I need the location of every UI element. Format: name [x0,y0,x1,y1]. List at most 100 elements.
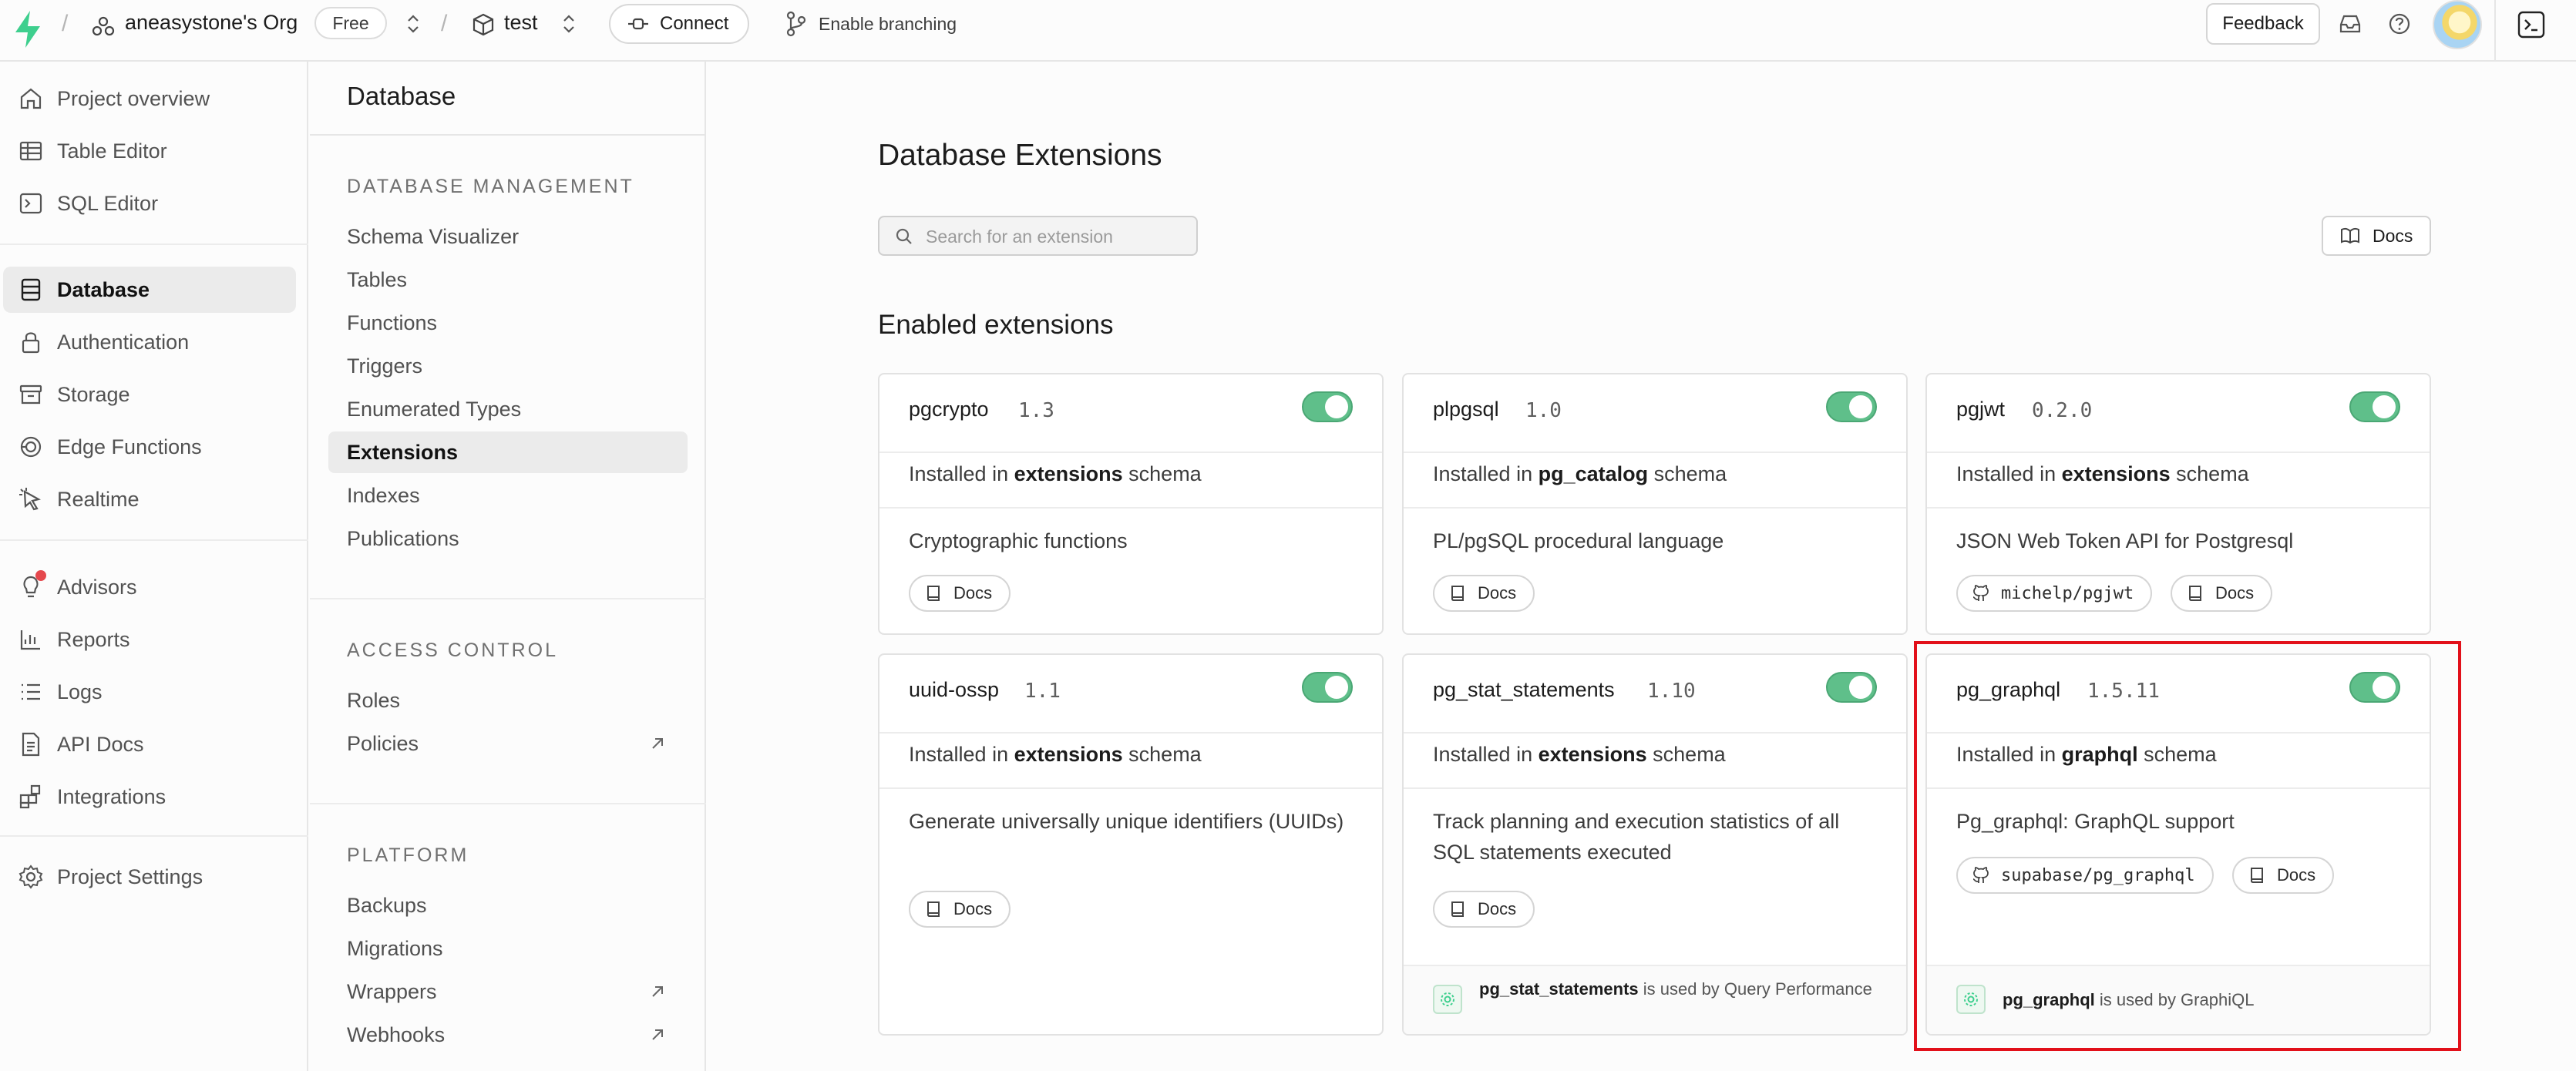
org-name[interactable]: aneasystone's Org [125,11,298,35]
nav-project-settings[interactable]: Project Settings [3,854,296,900]
nav-advisors[interactable]: Advisors [3,564,296,610]
extension-toggle[interactable] [2349,672,2400,703]
submenu-label: Functions [347,311,437,335]
docs-chip[interactable]: Docs [1433,891,1535,928]
nav-label: Advisors [57,576,137,599]
project-name[interactable]: test [504,11,538,35]
nav-divider [0,835,308,837]
nav-edge-functions[interactable]: Edge Functions [3,424,296,470]
submenu-item-backups[interactable]: Backups [328,885,688,926]
extension-name: pgjwt [1956,398,2005,421]
nav-realtime[interactable]: Realtime [3,476,296,522]
nav-label: Reports [57,628,130,652]
extension-card-uuid-ossp: uuid-ossp 1.1 Installed in extensions sc… [878,653,1384,1036]
extension-toggle[interactable] [1302,672,1353,703]
extension-version: 1.1 [1024,680,1061,703]
search-input[interactable] [926,223,1188,250]
extension-toggle[interactable] [2349,391,2400,422]
project-switcher-chevron-icon[interactable] [561,12,577,35]
submenu-label: Schema Visualizer [347,225,519,249]
home-icon [17,85,45,112]
docs-chip[interactable]: Docs [2171,575,2272,612]
inbox-icon[interactable] [2337,11,2363,37]
org-switcher-chevron-icon[interactable] [405,12,421,35]
extension-name: pgcrypto [909,398,989,421]
card-divider [1404,452,1906,453]
extension-search[interactable] [878,216,1198,256]
nav-api-docs[interactable]: API Docs [3,721,296,767]
submenu-item-schema-visualizer[interactable]: Schema Visualizer [328,216,688,257]
submenu-item-publications[interactable]: Publications [328,518,688,559]
nav-divider [0,243,308,245]
nav-sql-editor[interactable]: SQL Editor [3,180,296,227]
puzzle-icon [17,783,45,811]
submenu-item-functions[interactable]: Functions [328,302,688,344]
docs-chip-label: Docs [2215,583,2254,603]
feedback-button[interactable]: Feedback [2206,3,2320,45]
used-by-suffix: is used by GraphiQL [2095,990,2255,1009]
submenu-item-roles[interactable]: Roles [328,680,688,721]
submenu-item-wrappers[interactable]: Wrappers [328,971,688,1012]
nav-project-overview[interactable]: Project overview [3,76,296,122]
nav-authentication[interactable]: Authentication [3,319,296,365]
docs-button[interactable]: Docs [2322,216,2431,256]
submenu-item-enumerated-types[interactable]: Enumerated Types [328,388,688,430]
terminal-icon[interactable] [2516,9,2547,40]
connect-button[interactable]: Connect [609,4,749,44]
git-branch-icon [785,11,808,37]
submenu-label: Backups [347,894,427,918]
topbar-divider [2494,0,2496,62]
submenu-item-policies[interactable]: Policies [328,723,688,764]
submenu-item-extensions[interactable]: Extensions [328,431,688,473]
connect-label: Connect [660,13,728,35]
extension-toggle[interactable] [1826,672,1877,703]
submenu-item-tables[interactable]: Tables [328,259,688,300]
docs-chip[interactable]: Docs [2232,857,2334,894]
used-by-footer: pg_graphql is used by GraphiQL [1927,965,2430,1034]
used-by-text: pg_stat_statements is used by Query Perf… [1479,977,1880,1002]
docs-chip[interactable]: Docs [909,575,1011,612]
docs-chip[interactable]: Docs [909,891,1011,928]
extension-toggle[interactable] [1302,391,1353,422]
schema-suffix: schema [1648,462,1727,485]
submenu-item-migrations[interactable]: Migrations [328,928,688,969]
user-avatar[interactable] [2433,0,2482,49]
nav-storage[interactable]: Storage [3,371,296,418]
chart-icon [17,626,45,653]
extension-description: Track planning and execution statistics … [1433,806,1880,868]
docs-chip[interactable]: Docs [1433,575,1535,612]
sql-terminal-icon [17,190,45,217]
github-repo-chip[interactable]: michelp/pgjwt [1956,575,2152,612]
docs-chip-label: Docs [1478,583,1516,603]
supabase-logo-icon[interactable] [12,9,43,49]
installed-in-label: Installed in [909,462,1014,485]
github-repo-chip[interactable]: supabase/pg_graphql [1956,857,2214,894]
submenu-item-indexes[interactable]: Indexes [328,475,688,516]
extension-name: plpgsql [1433,398,1499,421]
extension-card-pg-graphql: pg_graphql 1.5.11 Installed in graphql s… [1925,653,2431,1036]
submenu-divider [310,598,706,599]
nav-label: Table Editor [57,139,167,163]
nav-logs[interactable]: Logs [3,669,296,715]
submenu-item-triggers[interactable]: Triggers [328,345,688,387]
extension-name: pg_graphql [1956,678,2060,702]
schema-suffix: schema [1647,743,1726,766]
schema-name: graphql [2062,743,2138,766]
extension-description: Generate universally unique identifiers … [909,806,1356,837]
nav-integrations[interactable]: Integrations [3,774,296,820]
nav-database[interactable]: Database [3,267,296,313]
enable-branching-button[interactable]: Enable branching [819,14,957,35]
nav-reports[interactable]: Reports [3,616,296,663]
schema-info: Installed in extensions schema [1433,743,1726,767]
docs-chip-label: Docs [2277,865,2315,885]
book-icon [2248,866,2266,885]
extension-description: JSON Web Token API for Postgresql [1956,525,2403,556]
nav-table-editor[interactable]: Table Editor [3,128,296,174]
page-title: Database Extensions [878,139,1162,173]
help-icon[interactable] [2386,11,2413,37]
extension-version: 1.10 [1647,680,1696,703]
submenu-label: Migrations [347,937,443,961]
submenu-item-webhooks[interactable]: Webhooks [328,1014,688,1056]
extension-toggle[interactable] [1826,391,1877,422]
list-icon [17,678,45,706]
